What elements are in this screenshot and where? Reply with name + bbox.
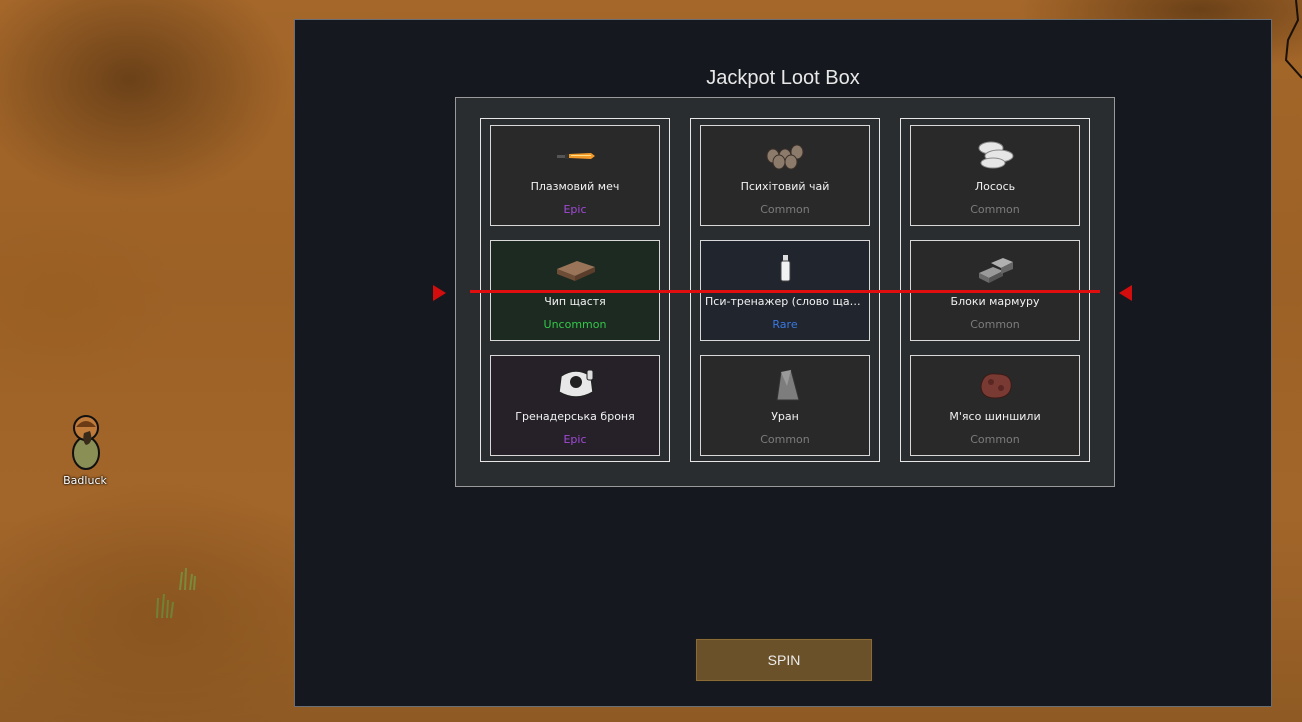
item-name: Плазмовий меч bbox=[530, 180, 620, 193]
item-rarity: Common bbox=[760, 203, 810, 216]
item-rarity: Epic bbox=[563, 433, 587, 446]
item-name: Блоки мармуру bbox=[950, 295, 1040, 308]
luck-chip-icon bbox=[557, 261, 595, 281]
reel-1-slot-1: Плазмовий меч Epic bbox=[490, 125, 660, 226]
loot-box-dialog: Jackpot Loot Box Плазмовий меч Epic Чип … bbox=[294, 19, 1272, 707]
item-name: Гренадерська броня bbox=[515, 410, 635, 423]
reel-1-slot-3: Гренадерська броня Epic bbox=[490, 355, 660, 456]
item-rarity: Epic bbox=[563, 203, 587, 216]
uranium-icon bbox=[776, 369, 800, 401]
item-name: Пси-тренажер (слово щастя) bbox=[705, 295, 865, 308]
map-edge-line bbox=[1284, 0, 1302, 79]
grass-plant-icon bbox=[156, 593, 174, 619]
item-rarity: Common bbox=[760, 433, 810, 446]
plasma-sword-icon bbox=[557, 153, 595, 159]
reel-3-slot-1: Лосось Common bbox=[910, 125, 1080, 226]
colonist-pawn[interactable] bbox=[64, 413, 108, 471]
item-name: Лосось bbox=[974, 180, 1016, 193]
item-rarity: Common bbox=[970, 203, 1020, 216]
item-rarity: Uncommon bbox=[543, 318, 607, 331]
colonist-name-label: Badluck bbox=[63, 474, 107, 487]
salmon-icon bbox=[978, 141, 1014, 169]
payline-left-arrow-icon bbox=[433, 285, 446, 301]
grass-plant-icon bbox=[179, 567, 196, 591]
psytrainer-icon bbox=[780, 255, 791, 282]
item-rarity: Common bbox=[970, 318, 1020, 331]
grenadier-armor-icon bbox=[558, 369, 594, 398]
item-rarity: Common bbox=[970, 433, 1020, 446]
payline bbox=[470, 290, 1100, 293]
item-name: Уран bbox=[771, 410, 799, 423]
reel-2-slot-3: Уран Common bbox=[700, 355, 870, 456]
item-name: М'ясо шиншили bbox=[949, 410, 1041, 423]
dialog-title: Jackpot Loot Box bbox=[706, 67, 860, 89]
reel-2-slot-1: Психітовий чай Common bbox=[700, 125, 870, 226]
psychite-tea-icon bbox=[766, 144, 804, 170]
item-name: Психітовий чай bbox=[740, 180, 830, 193]
item-name: Чип щастя bbox=[544, 295, 606, 308]
item-rarity: Rare bbox=[772, 318, 798, 331]
spin-button[interactable]: SPIN bbox=[695, 638, 873, 682]
marble-blocks-icon bbox=[979, 258, 1013, 283]
reel-3-slot-3: М'ясо шиншили Common bbox=[910, 355, 1080, 456]
payline-right-arrow-icon bbox=[1119, 285, 1132, 301]
chinchilla-meat-icon bbox=[980, 373, 1012, 399]
